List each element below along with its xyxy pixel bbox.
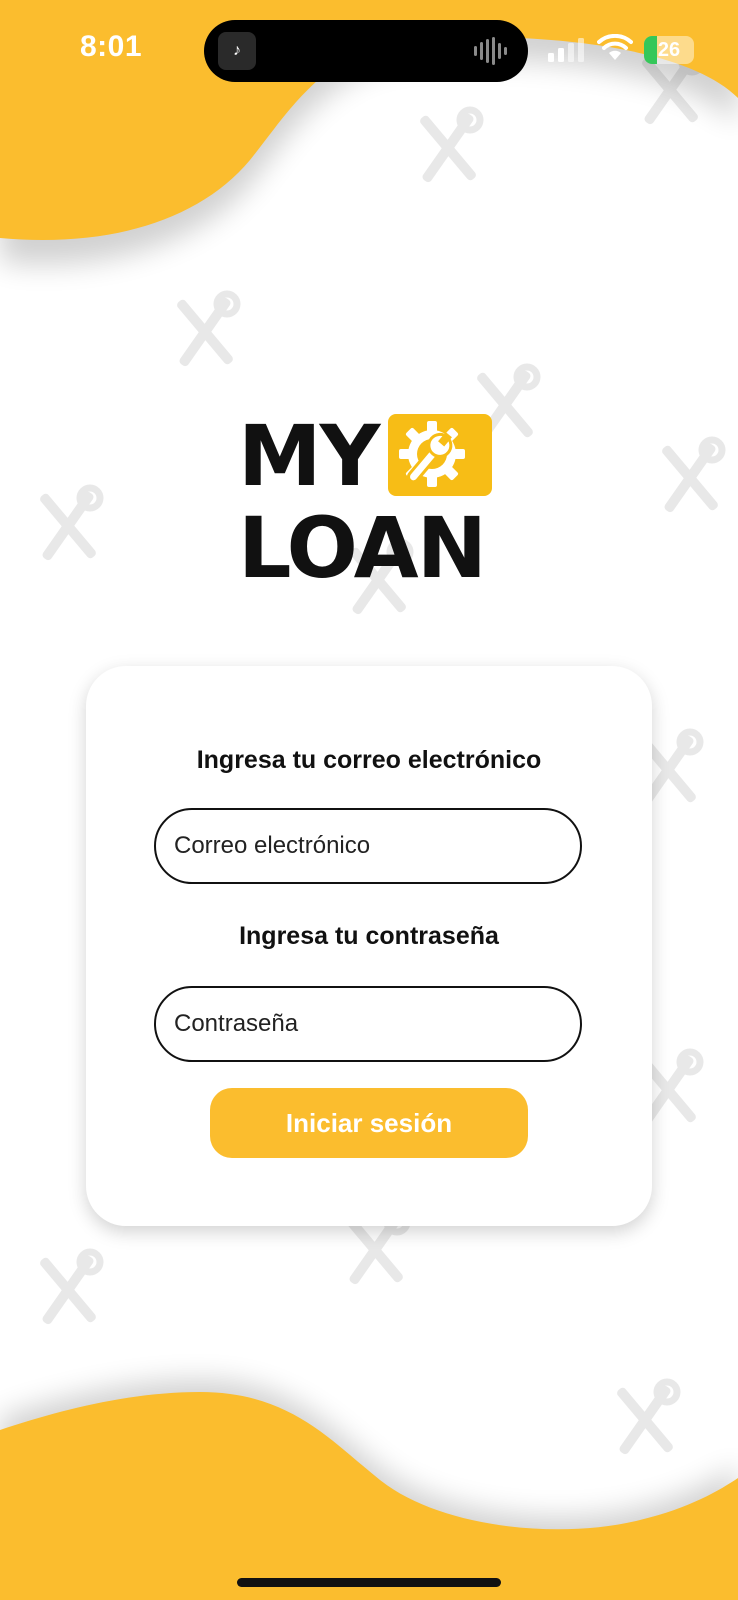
battery-charging-icon: 26 <box>644 36 694 64</box>
logo-text-my: MY <box>238 407 380 505</box>
battery-level: 26 <box>657 39 681 61</box>
email-field[interactable] <box>154 808 582 884</box>
app-logo: MY LOAN <box>238 414 498 592</box>
gear-wrench-icon <box>399 421 465 487</box>
status-time: 8:01 <box>80 30 143 63</box>
bottom-wave <box>0 1392 738 1600</box>
logo-badge <box>388 414 492 496</box>
login-screen: 8:01 ♪ 26 MY LOAN Ingresa tu correo elec… <box>0 0 738 1600</box>
dynamic-island[interactable]: ♪ <box>204 20 528 82</box>
password-label: Ingresa tu contraseña <box>239 922 499 950</box>
password-field[interactable] <box>154 986 582 1062</box>
audio-wave-icon <box>474 37 507 65</box>
home-indicator[interactable] <box>237 1578 501 1587</box>
logo-text-loan: LOAN <box>238 499 487 597</box>
music-note-icon[interactable]: ♪ <box>218 32 256 70</box>
login-button[interactable]: Iniciar sesión <box>210 1088 528 1158</box>
cellular-signal-icon <box>548 38 584 62</box>
wifi-icon <box>597 34 633 60</box>
login-card: Ingresa tu correo electrónico Ingresa tu… <box>86 666 652 1226</box>
status-bar: 8:01 ♪ 26 <box>0 0 738 100</box>
email-label: Ingresa tu correo electrónico <box>196 746 542 774</box>
